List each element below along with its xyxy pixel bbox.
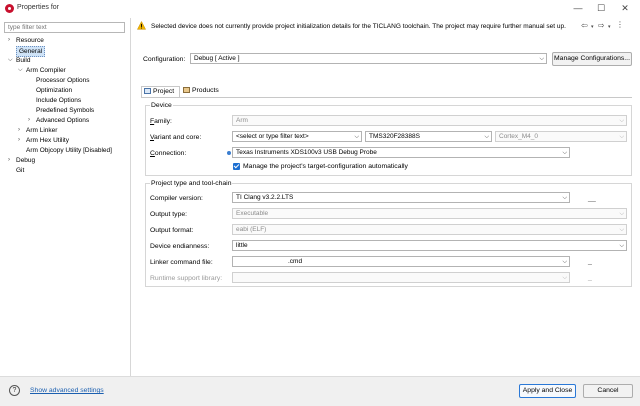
sidebar-item-processor-options[interactable]: Processor Options [36,76,89,85]
sidebar-item-arm-objcopy-utility-disabled[interactable]: Arm Objcopy Utility [Disabled] [26,146,112,155]
output-type-label: Output type: [150,211,188,218]
variant-filter-select[interactable]: <select or type filter text> ⌵ [232,131,362,142]
connection-select[interactable]: Texas Instruments XDS100v3 USB Debug Pro… [232,147,570,158]
chevron-down-icon: ⌵ [354,134,359,140]
connection-value: Texas Instruments XDS100v3 USB Debug Pro… [236,149,377,156]
chevron-down-icon: ⌵ [619,211,624,217]
tab-divider [141,97,632,98]
variant-value: TMS320F28388S [369,133,420,140]
sidebar-item-arm-compiler[interactable]: Arm Compiler [26,66,66,75]
cancel-button[interactable]: Cancel [583,384,633,398]
sidebar-item-advanced-options[interactable]: Advanced Options [36,116,89,125]
core-select[interactable]: Cortex_M4_0 ⌵ [495,131,627,142]
apply-and-close-button[interactable]: Apply and Close [519,384,576,398]
tab-products[interactable]: Products [181,86,225,97]
compiler-version-label: Compiler version: [150,195,203,202]
compiler-version-select[interactable]: TI Clang v3.2.2.LTS ⌵ [232,192,570,203]
sidebar-item-build[interactable]: Build [16,56,30,65]
device-endianness-select[interactable]: little ⌵ [232,240,627,251]
device-group-title: Device [150,102,173,109]
show-advanced-settings-link[interactable]: Show advanced settings [30,387,104,394]
family-value: Arm [236,117,248,124]
compiler-version-value: TI Clang v3.2.2.LTS [236,194,294,201]
runtime-library-label: Runtime support library: [150,275,223,282]
sidebar-item-resource[interactable]: Resource [16,36,44,45]
warning-icon [137,21,146,30]
manage-target-checkbox[interactable] [233,163,240,170]
core-value: Cortex_M4_0 [499,133,539,140]
linker-command-file-label: Linker command file: [150,259,213,266]
chevron-down-icon: ⌵ [562,275,567,281]
view-menu-icon[interactable]: ⋮ [616,20,624,29]
chevron-down-icon[interactable]: ⌵ [18,67,23,74]
sidebar-item-arm-linker[interactable]: Arm Linker [26,126,57,135]
tab-project-label: Project [153,88,175,95]
chevron-right-icon[interactable]: › [18,127,20,133]
sidebar-item-optimization[interactable]: Optimization [36,86,72,95]
variant-filter-value: <select or type filter text> [236,133,309,140]
sidebar-item-predefined-symbols[interactable]: Predefined Symbols [36,106,94,115]
output-type-value: Executable [236,210,269,217]
title-bar [0,0,640,18]
output-format-label: Output format: [150,227,194,234]
chevron-down-icon: ⌵ [619,227,624,233]
configuration-label: Configuration: [143,56,186,63]
compiler-more-button[interactable]: __ [588,195,596,202]
linker-command-file-select[interactable]: .cmd ⌵ [232,256,570,267]
output-format-select[interactable]: eabi (ELF) ⌵ [232,224,627,235]
project-icon [144,88,151,94]
chevron-right-icon[interactable]: › [8,157,10,163]
chevron-down-icon[interactable]: ⌵ [8,57,13,64]
help-icon[interactable]: ? [9,385,20,396]
app-logo-icon [5,4,14,13]
sidebar-item-arm-hex-utility[interactable]: Arm Hex Utility [26,136,69,145]
configuration-select[interactable]: Debug [ Active ] ⌵ [190,53,547,64]
chevron-down-icon: ⌵ [562,195,567,201]
sidebar-item-include-options[interactable]: Include Options [36,96,81,105]
output-format-value: eabi (ELF) [236,226,267,233]
chevron-down-icon: ⌵ [562,150,567,156]
configuration-value: Debug [ Active ] [194,55,240,62]
filter-input[interactable] [4,22,125,33]
chevron-down-icon: ⌵ [619,243,624,249]
close-button[interactable]: ✕ [618,2,632,14]
chevron-right-icon[interactable]: › [8,37,10,43]
device-endianness-label: Device endianness: [150,243,210,250]
output-type-select[interactable]: Executable ⌵ [232,208,627,219]
variant-label: Variant and core: [150,134,202,141]
linker-command-file-value: .cmd [288,258,303,265]
chevron-down-icon: ⌵ [562,259,567,265]
family-select[interactable]: Arm ⌵ [232,115,627,126]
variant-select[interactable]: TMS320F28388S ⌵ [365,131,492,142]
tab-products-label: Products [192,87,219,94]
window-title: Properties for [17,4,60,11]
products-icon [183,87,190,93]
chevron-down-icon: ⌵ [484,134,489,140]
chevron-down-icon: ⌵ [539,56,544,62]
chevron-right-icon[interactable]: › [18,137,20,143]
forward-arrow-icon[interactable]: ⇨ [598,21,605,30]
minimize-button[interactable]: — [571,2,585,14]
back-arrow-icon[interactable]: ⇦ [581,21,588,30]
maximize-button[interactable]: ☐ [594,2,608,14]
sidebar-item-git[interactable]: Git [16,166,24,175]
runtime-library-select[interactable]: ⌵ [232,272,570,283]
forward-dropdown-icon[interactable]: ▾ [608,24,611,30]
chevron-right-icon[interactable]: › [28,117,30,123]
family-label: Family: [150,118,172,125]
sidebar-item-debug[interactable]: Debug [16,156,35,165]
chevron-down-icon: ⌵ [619,118,624,124]
manage-configurations-button[interactable]: Manage Configurations... [552,52,632,66]
chevron-down-icon: ⌵ [619,134,624,140]
linker-more-button[interactable]: _ [588,258,592,265]
back-dropdown-icon[interactable]: ▾ [591,24,594,30]
runtime-more-button[interactable]: _ [588,274,592,281]
connection-label: Connection: [150,150,187,157]
project-type-group-title: Project type and tool-chain [150,180,233,187]
manage-target-label: Manage the project's target-configuratio… [243,163,408,170]
warning-text: Selected device does not currently provi… [151,23,566,30]
info-icon [227,151,231,155]
device-endianness-value: little [236,242,248,249]
tab-project[interactable]: Project [141,86,180,97]
